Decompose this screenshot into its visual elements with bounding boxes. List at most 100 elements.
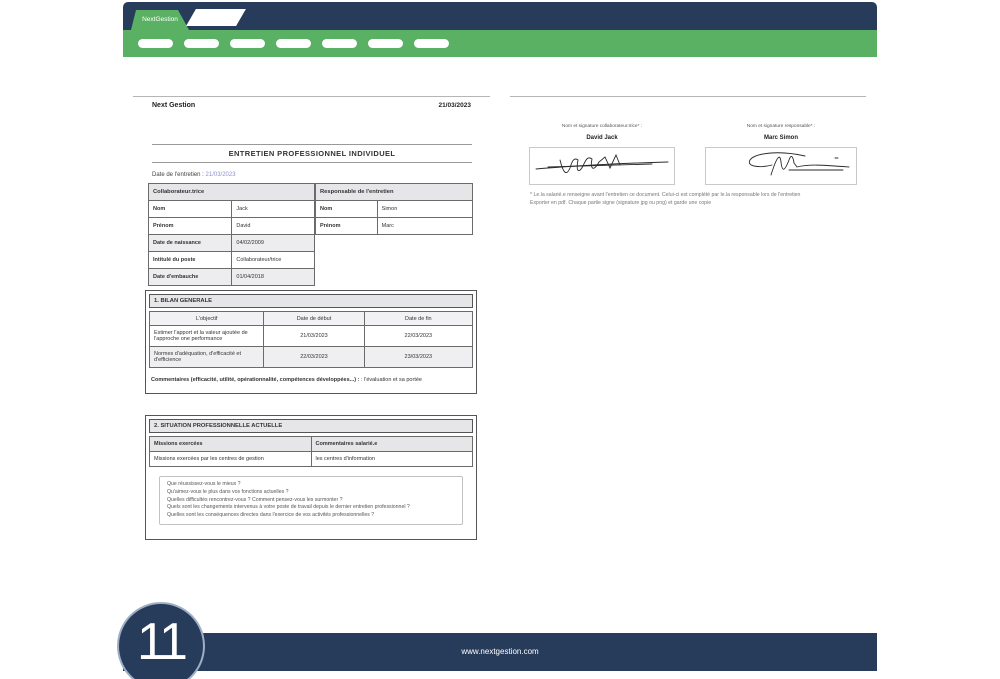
question-line: Que réussissez-vous le mieux ? — [167, 481, 455, 489]
field-label: Date de naissance — [149, 235, 232, 252]
manager-signature-icon — [706, 148, 856, 184]
collaborator-table: Collaborateur.trice Nom Jack Prénom Davi… — [148, 183, 315, 286]
slide-canvas: NextGestion Next Gestion 21/03/2023 ENTR… — [0, 0, 1000, 679]
table-row: Date de naissance 04/02/2009 — [149, 235, 315, 252]
manager-signature-block: Nom et signature responsable* : Marc Sim… — [705, 124, 857, 185]
question-line: Qu'aimez-vous le plus dans vos fonctions… — [167, 489, 455, 497]
interview-date-value: 21/03/2023 — [206, 172, 236, 178]
section2-title: 2. SITUATION PROFESSIONNELLE ACTUELLE — [149, 419, 473, 433]
column-header: Commentaires salarié.e — [311, 437, 473, 452]
nav-pill-1[interactable] — [138, 39, 173, 48]
table-header-row: Missions exercées Commentaires salarié.e — [150, 437, 473, 452]
field-label: Intitulé du poste — [149, 252, 232, 269]
column-header: Date de début — [264, 312, 364, 326]
collaborator-signature-box — [529, 147, 675, 185]
signature-panel: Nom et signature collaborateur.trice* : … — [510, 96, 866, 207]
comments-label: Commentaires (efficacité, utilité, opéra… — [151, 377, 359, 383]
signature-footnote: * Le.la salarié.e renseigne avant l'entr… — [530, 192, 864, 207]
footnote-line: Exporter en pdf. Chaque partie signe (si… — [530, 200, 864, 208]
situation-table: Missions exercées Commentaires salarié.e… — [149, 436, 473, 467]
manager-signature-box — [705, 147, 857, 185]
interview-date-line: Date de l'entretien : 21/03/2023 — [152, 172, 236, 178]
questions-box: Que réussissez-vous le mieux ? Qu'aimez-… — [159, 476, 463, 525]
field-label: Nom — [316, 201, 378, 218]
nav-pill-7[interactable] — [414, 39, 449, 48]
document-date: 21/03/2023 — [438, 102, 471, 109]
field-value: David — [232, 218, 315, 235]
start-date-cell: 22/03/2023 — [264, 347, 364, 368]
nav-green-band — [123, 30, 877, 57]
column-header: Missions exercées — [150, 437, 312, 452]
manager-table-header: Responsable de l'entretien — [316, 184, 473, 201]
table-row: Prénom David — [149, 218, 315, 235]
collaborator-table-header: Collaborateur.trice — [149, 184, 315, 201]
identity-tables: Collaborateur.trice Nom Jack Prénom Davi… — [148, 183, 473, 286]
table-row: Nom Simon — [316, 201, 473, 218]
footer-bar: www.nextgestion.com — [123, 633, 877, 671]
field-value: 01/04/2018 — [232, 269, 315, 286]
field-value: Simon — [377, 201, 472, 218]
brand-tab[interactable]: NextGestion — [131, 10, 189, 30]
interview-document: Next Gestion 21/03/2023 ENTRETIEN PROFES… — [133, 96, 490, 109]
footer-url-link[interactable]: www.nextgestion.com — [461, 633, 538, 671]
table-row: Date d'embauche 01/04/2018 — [149, 269, 315, 286]
nav-pill-4[interactable] — [276, 39, 311, 48]
question-line: Quels sont les changements intervenus à … — [167, 504, 455, 512]
nav-pill-3[interactable] — [230, 39, 265, 48]
table-row: Prénom Marc — [316, 218, 473, 235]
end-date-cell: 23/03/2023 — [364, 347, 472, 368]
field-label: Date d'embauche — [149, 269, 232, 286]
question-line: Quelles difficultés rencontrez-vous ? Co… — [167, 497, 455, 505]
signature-columns: Nom et signature collaborateur.trice* : … — [510, 124, 866, 185]
end-date-cell: 22/03/2023 — [364, 326, 472, 347]
document-header: Next Gestion 21/03/2023 — [133, 97, 490, 109]
bilan-table: L'objectif Date de début Date de fin Est… — [149, 311, 473, 368]
field-value: Collaborateur/trice — [232, 252, 315, 269]
collaborator-signature-block: Nom et signature collaborateur.trice* : … — [529, 124, 675, 185]
objective-cell: Normes d'adéquation, d'efficacité et d'e… — [150, 347, 264, 368]
manager-signature-label: Nom et signature responsable* : — [705, 124, 857, 129]
collaborator-signature-label: Nom et signature collaborateur.trice* : — [529, 124, 675, 129]
manager-table: Responsable de l'entretien Nom Simon Pré… — [315, 183, 473, 235]
start-date-cell: 21/03/2023 — [264, 326, 364, 347]
field-value: Marc — [377, 218, 472, 235]
footnote-line: * Le.la salarié.e renseigne avant l'entr… — [530, 192, 864, 200]
column-header: Date de fin — [364, 312, 472, 326]
decorative-parallelogram — [186, 9, 246, 26]
missions-cell: Missions exercées par les centres de ges… — [150, 452, 312, 467]
field-label: Prénom — [316, 218, 378, 235]
section-situation-professionnelle: 2. SITUATION PROFESSIONNELLE ACTUELLE Mi… — [145, 415, 477, 540]
collaborator-signature-icon — [530, 148, 674, 184]
table-header-row: L'objectif Date de début Date de fin — [150, 312, 473, 326]
nav-pill-2[interactable] — [184, 39, 219, 48]
collaborator-name: David Jack — [529, 135, 675, 141]
field-value: Jack — [232, 201, 315, 218]
column-header: L'objectif — [150, 312, 264, 326]
field-label: Nom — [149, 201, 232, 218]
page-number-badge: 11 — [117, 602, 205, 679]
section1-title: 1. BILAN GENERALE — [149, 294, 473, 308]
nav-pill-6[interactable] — [368, 39, 403, 48]
comment-cell: les centres d'information — [311, 452, 473, 467]
top-navy-bar: NextGestion — [123, 2, 877, 30]
manager-name: Marc Simon — [705, 135, 857, 141]
objective-cell: Estimer l'apport et la valeur ajoutée de… — [150, 326, 264, 347]
table-row: Intitulé du poste Collaborateur/trice — [149, 252, 315, 269]
nav-pills — [138, 39, 449, 48]
field-value: 04/02/2009 — [232, 235, 315, 252]
table-row: Missions exercées par les centres de ges… — [150, 452, 473, 467]
document-title: ENTRETIEN PROFESSIONNEL INDIVIDUEL — [152, 149, 472, 158]
field-label: Prénom — [149, 218, 232, 235]
table-row: Normes d'adéquation, d'efficacité et d'e… — [150, 347, 473, 368]
table-row: Nom Jack — [149, 201, 315, 218]
page-number: 11 — [137, 612, 185, 672]
comments-line: Commentaires (efficacité, utilité, opéra… — [146, 371, 476, 383]
interview-date-label: Date de l'entretien : — [152, 172, 204, 178]
document-title-block: ENTRETIEN PROFESSIONNEL INDIVIDUEL — [152, 144, 472, 163]
nav-pill-5[interactable] — [322, 39, 357, 48]
panel-top-rule — [510, 96, 866, 97]
comments-value: : l'évaluation et sa portée — [361, 377, 422, 383]
table-row: Estimer l'apport et la valeur ajoutée de… — [150, 326, 473, 347]
document-brand: Next Gestion — [152, 102, 195, 109]
section-bilan-generale: 1. BILAN GENERALE L'objectif Date de déb… — [145, 290, 477, 394]
